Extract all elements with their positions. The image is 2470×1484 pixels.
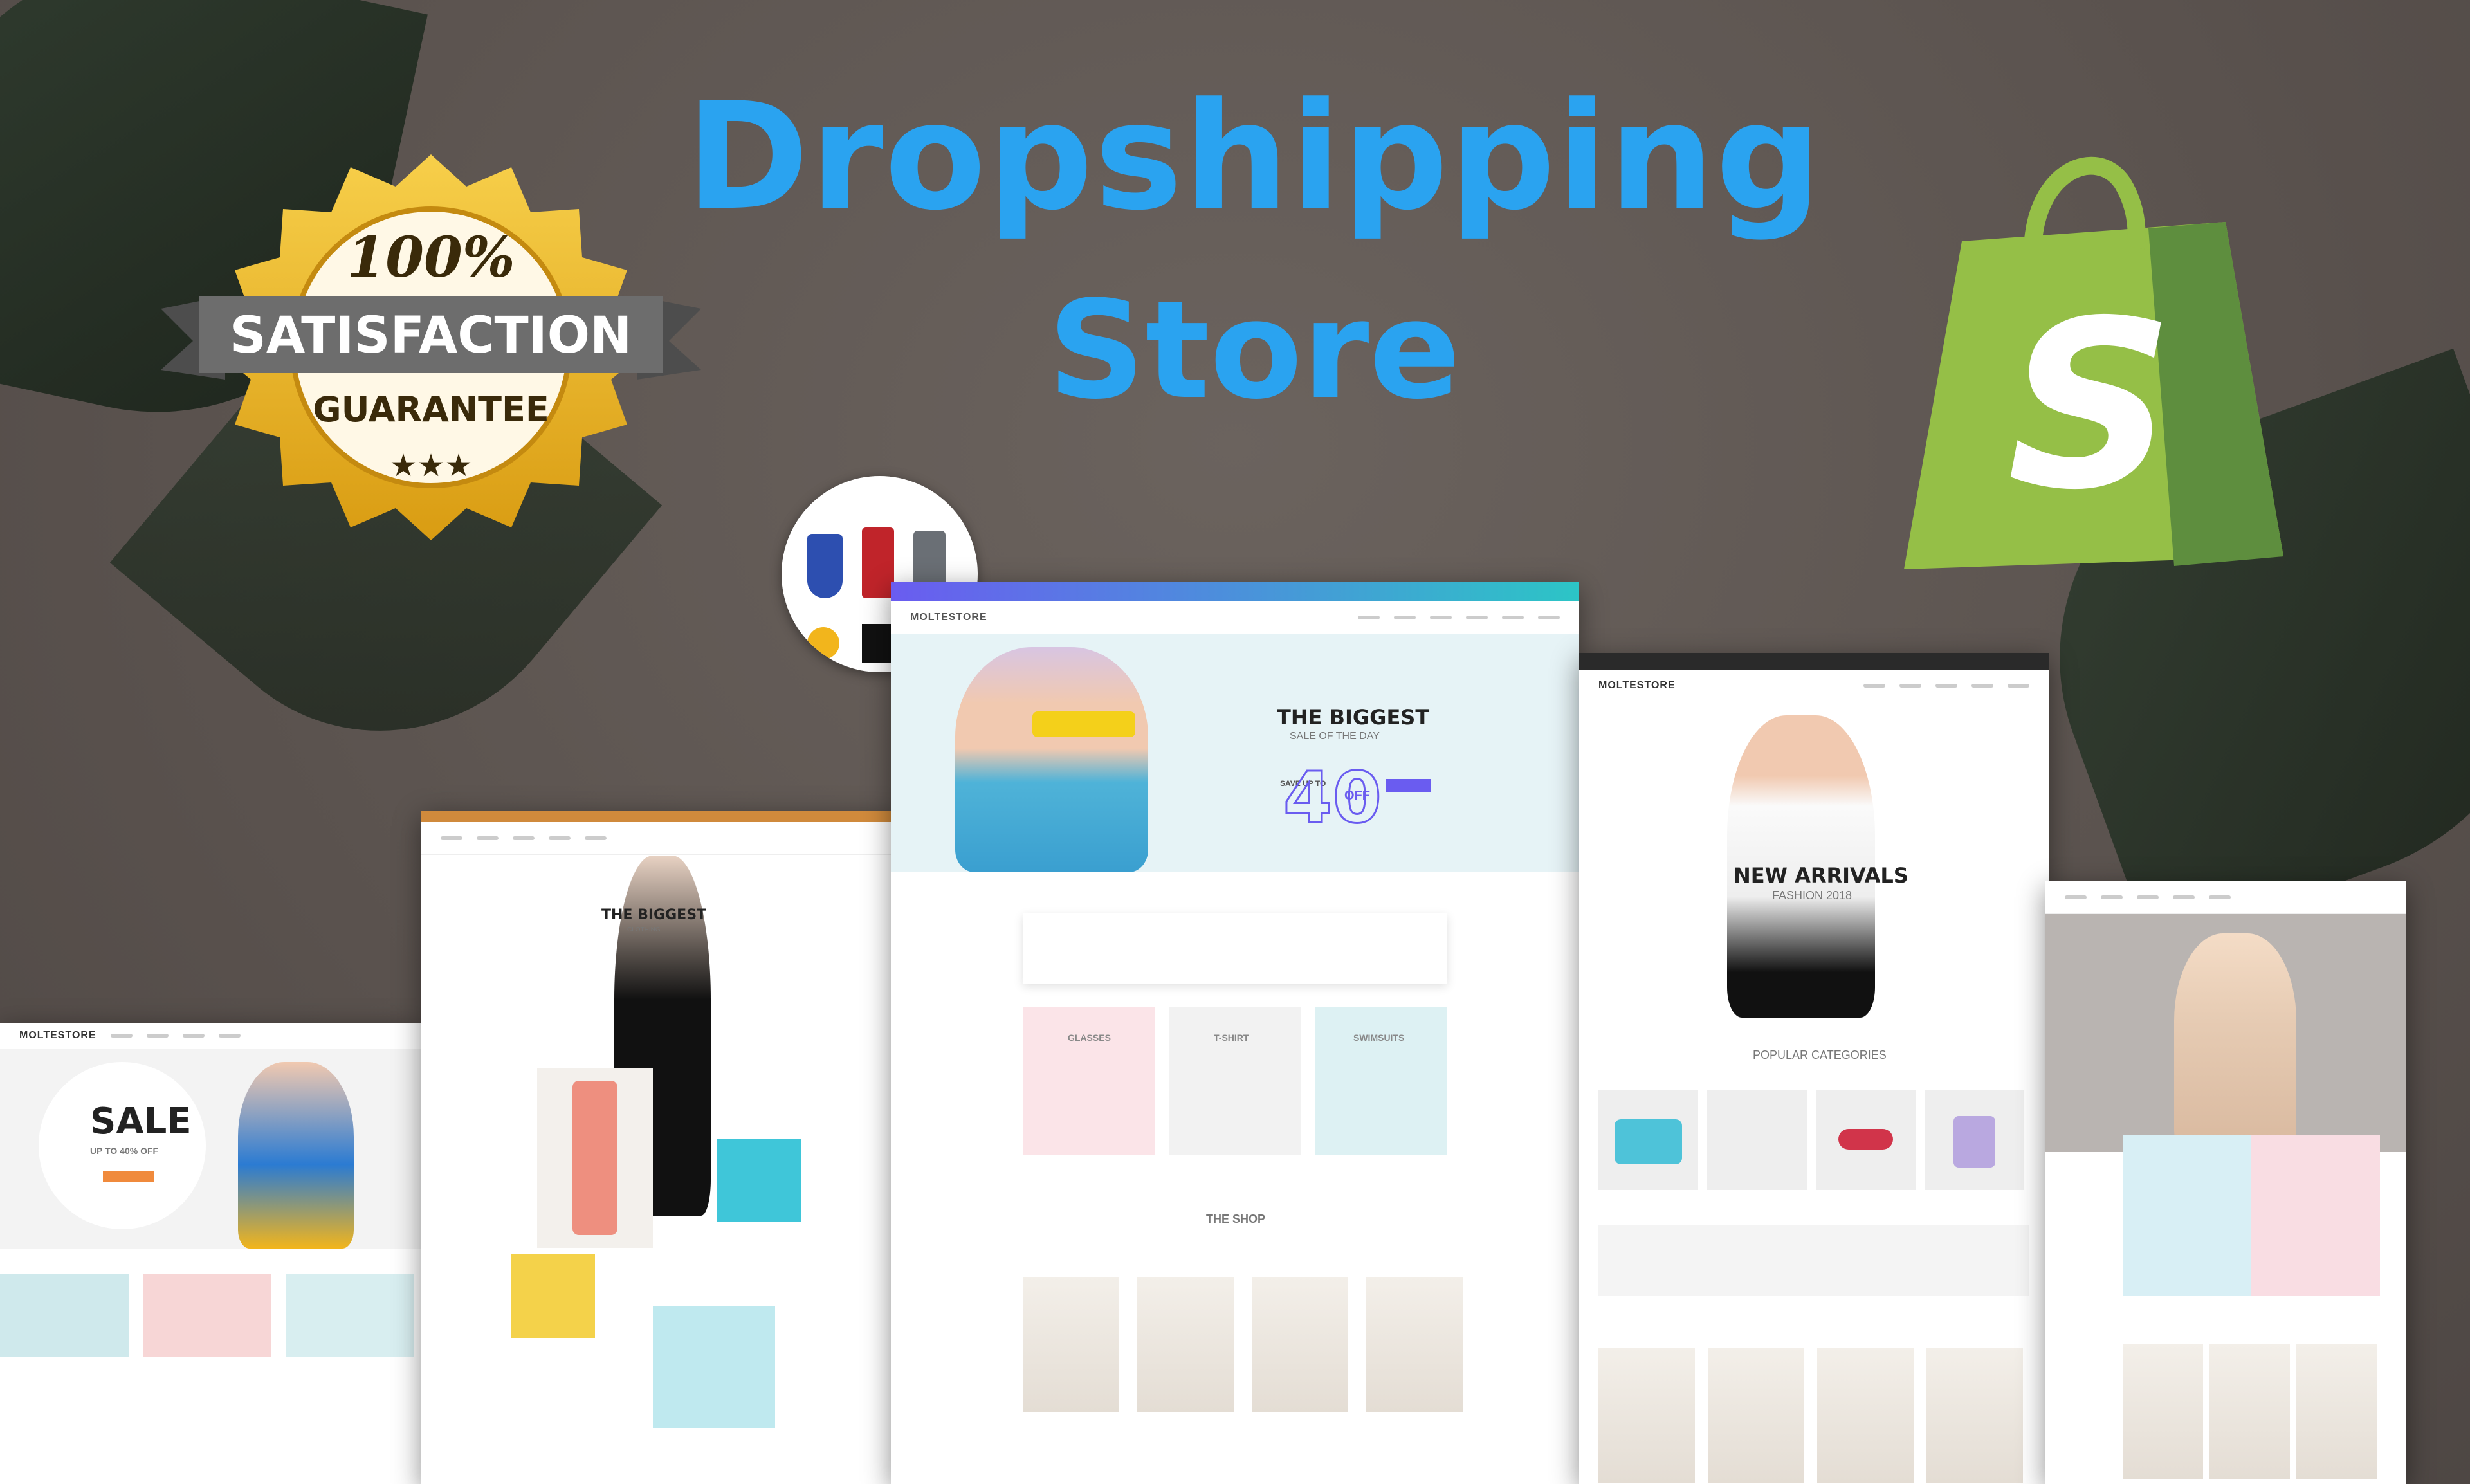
store-mockup-far-right [2045,881,2406,1484]
mockup-mid-headline: THE BIGGEST [601,907,707,923]
store-mockup-mid-left: THE BIGGEST CLOTHING [421,811,897,1484]
satisfaction-badge: 100% SATISFACTION GUARANTEE ★★★ [161,154,701,540]
mockup-headline: SALE [90,1101,192,1142]
mockup-logo: MOLTESTORE [19,1030,96,1041]
badge-stars-icon: ★★★ [389,449,472,483]
category-tshirt: T-SHIRT [1214,1032,1249,1043]
mockup-logo: MOLTESTORE [1598,680,1676,691]
store-mockup-left: MOLTESTORE SALE UP TO 40% OFF [0,1023,425,1484]
mockup-nav: MOLTESTORE [0,1023,425,1049]
mockup-right-sub: FASHION 2018 [1772,889,1852,902]
mockup-logo: MOLTESTORE [910,612,987,623]
shopify-logo-icon: S [1904,156,2283,569]
mockup-center-headline: THE BIGGEST [1277,705,1430,729]
category-swimsuits: SWIMSUITS [1353,1032,1405,1043]
mockup-center-off: OFF [1344,789,1370,803]
badge-percent: 100% [347,225,515,290]
popular-categories: POPULAR CATEGORIES [1753,1049,1887,1061]
category-glasses: GLASSES [1068,1032,1111,1043]
mockup-sub: UP TO 40% OFF [90,1146,159,1156]
store-mockup-right: MOLTESTORE NEW ARRIVALS FASHION 2018 POP… [1579,653,2049,1484]
page-subtitle: Store [1048,271,1461,429]
mockup-right-headline: NEW ARRIVALS [1734,863,1908,888]
store-mockup-center: MOLTESTORE THE BIGGEST SALE OF THE DAY S… [891,582,1579,1484]
badge-satisfaction: SATISFACTION [230,307,632,365]
mockup-mid-sub: CLOTHING [627,926,661,933]
shop-title: THE SHOP [1206,1213,1266,1225]
page-title: Dropshipping [686,71,1823,243]
background: Dropshipping Store 100% SATISFACTION GUA… [0,0,2470,1484]
badge-guarantee: GUARANTEE [313,389,549,430]
shopify-letter: S [2007,271,2173,540]
mockup-center-sub: SALE OF THE DAY [1290,731,1380,742]
